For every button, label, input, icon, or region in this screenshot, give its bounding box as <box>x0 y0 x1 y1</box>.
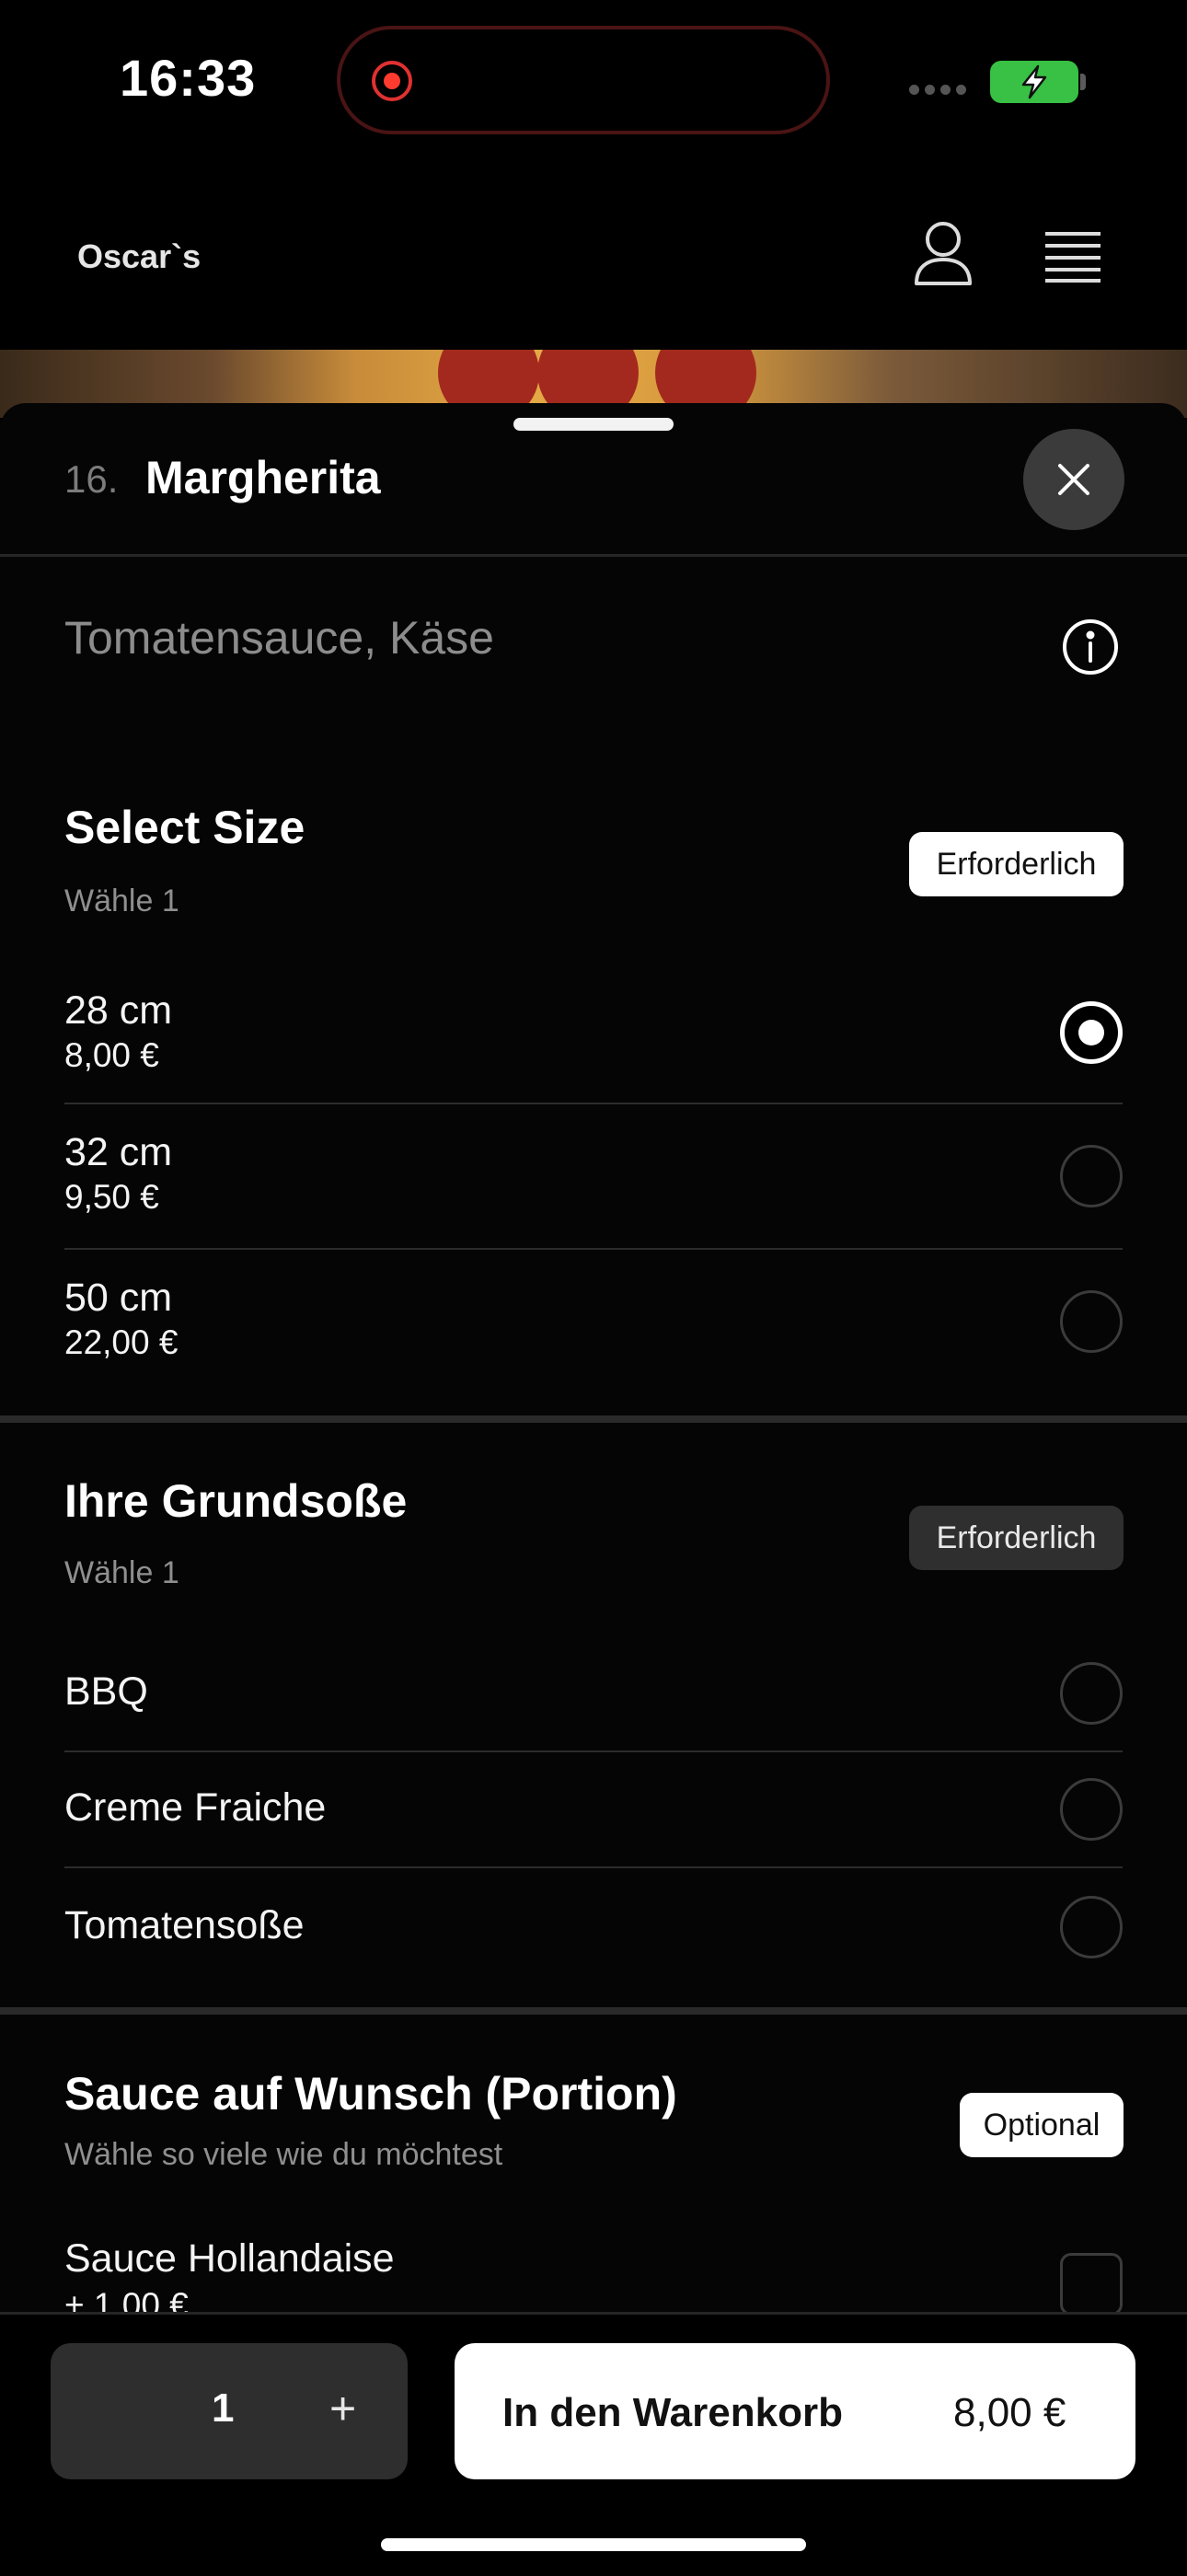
sauce-section-title: Ihre Grundsoße <box>64 1475 408 1527</box>
extra-sauce-section-subtitle: Wähle so viele wie du möchtest <box>64 2137 503 2172</box>
extra-sauce-section-title: Sauce auf Wunsch (Portion) <box>64 2068 677 2120</box>
add-to-cart-price: 8,00 € <box>953 2390 1066 2435</box>
user-icon[interactable] <box>913 221 974 292</box>
option-price: 22,00 € <box>64 1323 179 1361</box>
radio-unselected[interactable] <box>1060 1778 1123 1841</box>
dynamic-island <box>337 26 830 134</box>
option-label: 32 cm <box>64 1130 173 1174</box>
radio-unselected[interactable] <box>1060 1662 1123 1725</box>
battery-charging-icon <box>990 61 1078 103</box>
add-to-cart-label: In den Warenkorb <box>502 2390 843 2435</box>
close-icon <box>1058 464 1089 495</box>
option-label: Tomatensoße <box>64 1903 305 1947</box>
size-option-28[interactable]: 28 cm 8,00 € <box>0 976 1187 1103</box>
restaurant-name[interactable]: Oscar`s <box>77 237 201 276</box>
status-time: 16:33 <box>120 49 257 107</box>
sauce-option-bbq[interactable]: BBQ <box>0 1638 1187 1749</box>
divider <box>64 1103 1123 1104</box>
required-badge: Erforderlich <box>909 832 1124 896</box>
close-button[interactable] <box>1023 429 1124 530</box>
divider <box>64 1866 1123 1868</box>
item-title: Margherita <box>145 452 381 503</box>
divider <box>0 554 1187 557</box>
option-label: Creme Fraiche <box>64 1785 327 1830</box>
radio-unselected[interactable] <box>1060 1290 1123 1353</box>
size-option-50[interactable]: 50 cm 22,00 € <box>0 1263 1187 1392</box>
required-badge: Erforderlich <box>909 1506 1124 1570</box>
option-label: 28 cm <box>64 988 173 1033</box>
plus-icon[interactable]: + <box>329 2382 356 2435</box>
item-number: 16. <box>64 457 119 501</box>
option-price: 9,50 € <box>64 1178 159 1216</box>
sauce-option-creme-fraiche[interactable]: Creme Fraiche <box>0 1754 1187 1865</box>
section-divider <box>0 1415 1187 1423</box>
divider <box>64 1248 1123 1250</box>
size-option-32[interactable]: 32 cm 9,50 € <box>0 1117 1187 1246</box>
option-label: Sauce Hollandaise <box>64 2236 395 2281</box>
option-price: 8,00 € <box>64 1036 159 1074</box>
radio-selected[interactable] <box>1060 1001 1123 1064</box>
extra-option-hollandaise[interactable]: Sauce Hollandaise + 1,00 € <box>0 2218 1187 2312</box>
radio-unselected[interactable] <box>1060 1145 1123 1207</box>
size-section-title: Select Size <box>64 802 305 853</box>
divider <box>64 1750 1123 1752</box>
size-section-subtitle: Wähle 1 <box>64 884 179 918</box>
info-icon[interactable] <box>1062 618 1119 680</box>
sauce-section-subtitle: Wähle 1 <box>64 1555 179 1590</box>
radio-unselected[interactable] <box>1060 1896 1123 1958</box>
section-divider <box>0 2007 1187 2015</box>
recording-icon <box>372 61 412 101</box>
home-indicator[interactable] <box>381 2538 806 2551</box>
quantity-value: 1 <box>212 2385 235 2431</box>
battery-tip <box>1080 74 1086 90</box>
hamburger-menu-icon[interactable] <box>1043 230 1102 288</box>
checkbox-unchecked[interactable] <box>1060 2253 1123 2312</box>
sheet-drag-handle[interactable] <box>513 418 674 431</box>
option-label: 50 cm <box>64 1276 173 1320</box>
sauce-option-tomatensosse[interactable]: Tomatensoße <box>0 1872 1187 1982</box>
signal-icon <box>909 85 966 95</box>
option-label: BBQ <box>64 1669 148 1714</box>
item-description: Tomatensauce, Käse <box>64 612 494 664</box>
option-price: + 1,00 € <box>64 2286 189 2312</box>
optional-badge: Optional <box>960 2093 1124 2157</box>
